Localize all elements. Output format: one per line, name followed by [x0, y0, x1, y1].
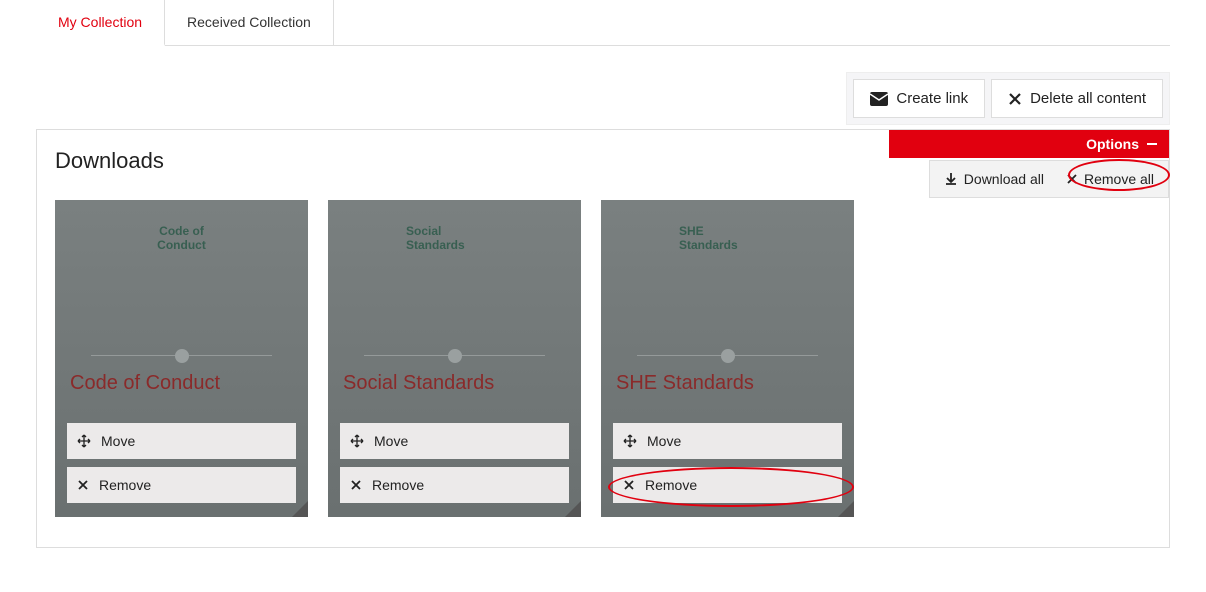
- create-link-label: Create link: [896, 90, 968, 107]
- create-link-button[interactable]: Create link: [853, 79, 985, 118]
- move-label: Move: [374, 433, 408, 449]
- move-button[interactable]: Move: [340, 423, 569, 459]
- close-icon: [1066, 173, 1078, 185]
- remove-all-label: Remove all: [1084, 171, 1154, 187]
- remove-label: Remove: [372, 477, 424, 493]
- download-icon: [944, 172, 958, 186]
- card-name: Code of Conduct: [70, 372, 220, 395]
- download-all-label: Download all: [964, 171, 1044, 187]
- toolbar: Create link Delete all content: [846, 72, 1170, 125]
- close-icon: [77, 479, 89, 491]
- move-icon: [77, 434, 91, 448]
- card-name: SHE Standards: [616, 372, 754, 395]
- mail-icon: [870, 92, 888, 106]
- delete-all-button[interactable]: Delete all content: [991, 79, 1163, 118]
- remove-button[interactable]: Remove: [613, 467, 842, 503]
- close-icon: [350, 479, 362, 491]
- options-bar[interactable]: Options: [889, 130, 1169, 158]
- tab-my-collection[interactable]: My Collection: [36, 0, 165, 46]
- cards-row: Code of Conduct Code of Conduct Move Rem…: [55, 200, 1151, 517]
- card-social-standards[interactable]: Social Standards Social Standards Move R…: [328, 200, 581, 517]
- tab-received-collection[interactable]: Received Collection: [165, 0, 334, 45]
- doc-thumb-title: Social Standards: [328, 224, 581, 252]
- delete-all-label: Delete all content: [1030, 90, 1146, 107]
- remove-label: Remove: [99, 477, 151, 493]
- card-name: Social Standards: [343, 372, 494, 395]
- move-button[interactable]: Move: [613, 423, 842, 459]
- close-icon: [1008, 92, 1022, 106]
- move-label: Move: [647, 433, 681, 449]
- move-icon: [350, 434, 364, 448]
- remove-label: Remove: [645, 477, 697, 493]
- download-all-button[interactable]: Download all: [934, 165, 1054, 193]
- doc-thumb-title: SHE Standards: [601, 224, 854, 252]
- tabs: My Collection Received Collection: [36, 0, 1170, 46]
- card-she-standards[interactable]: SHE Standards SHE Standards Move Remove: [601, 200, 854, 517]
- downloads-section: Options Download all Remove all Download…: [36, 129, 1170, 548]
- remove-all-button[interactable]: Remove all: [1056, 165, 1164, 193]
- remove-button[interactable]: Remove: [340, 467, 569, 503]
- remove-button[interactable]: Remove: [67, 467, 296, 503]
- doc-thumb-title: Code of Conduct: [55, 224, 308, 252]
- card-code-of-conduct[interactable]: Code of Conduct Code of Conduct Move Rem…: [55, 200, 308, 517]
- close-icon: [623, 479, 635, 491]
- move-label: Move: [101, 433, 135, 449]
- options-label: Options: [1086, 136, 1139, 152]
- options-menu: Download all Remove all: [929, 160, 1169, 198]
- move-icon: [623, 434, 637, 448]
- minus-icon: [1147, 143, 1157, 145]
- move-button[interactable]: Move: [67, 423, 296, 459]
